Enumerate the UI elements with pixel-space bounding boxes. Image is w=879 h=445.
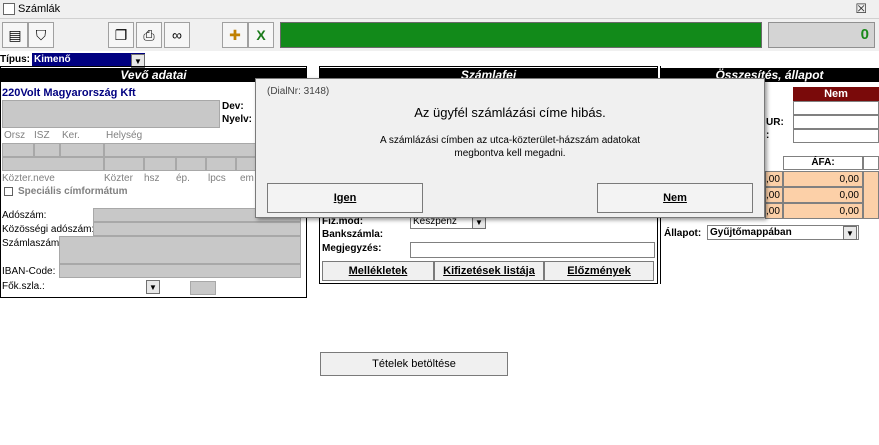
print-icon[interactable]: ⎙ — [136, 22, 162, 48]
szamlaszam-label: Számlaszám: — [2, 238, 63, 249]
street-col-kozter: Közter — [104, 173, 133, 184]
dialog-message-line2: megbontva kell megadni. — [454, 148, 566, 159]
excel-icon[interactable]: X — [248, 22, 274, 48]
eur-label: UR: — [766, 117, 784, 128]
lpcs-field[interactable] — [206, 157, 236, 171]
customer-extra-box[interactable] — [2, 100, 220, 128]
preview-icon[interactable]: ∞ — [164, 22, 190, 48]
addr-col-ker: Ker. — [62, 130, 80, 141]
iban-label: IBAN-Code: — [2, 266, 56, 277]
dialog-title: (DialNr: 3148) — [267, 86, 330, 97]
kozossegi-label: Közösségi adószám: — [2, 224, 95, 235]
summary-field-3[interactable] — [793, 129, 879, 143]
em-field[interactable] — [236, 157, 256, 171]
mellekletek-button[interactable]: Mellékletek — [322, 261, 434, 281]
afa-cell-2: 0,00 — [783, 187, 863, 203]
window-icon — [3, 3, 15, 15]
helyseg-field[interactable] — [104, 143, 256, 157]
error-dialog: (DialNr: 3148) Az ügyfél számlázási címe… — [255, 78, 765, 218]
adoszam-label: Adószám: — [2, 210, 47, 221]
megjegyzes-input[interactable] — [410, 242, 655, 258]
hsz-field[interactable] — [144, 157, 176, 171]
net-cell-1: ,00 — [765, 171, 783, 187]
close-icon[interactable]: ☒ — [855, 1, 867, 17]
isz-field[interactable] — [34, 143, 60, 157]
orsz-field[interactable] — [2, 143, 34, 157]
afa-header-spare — [863, 156, 879, 170]
special-format-label: Speciális címformátum — [18, 186, 128, 197]
allapot-label: Állapot: — [664, 228, 702, 239]
fok-chevron-down-icon[interactable]: ▼ — [146, 280, 160, 294]
add-icon[interactable]: ✚ — [222, 22, 248, 48]
street-col-hsz: hsz — [144, 173, 160, 184]
nyelv-label: Nyelv: — [222, 114, 253, 125]
afa-spare-column — [863, 171, 879, 219]
kozossegi-field[interactable] — [93, 222, 301, 236]
szamlaszam-field[interactable] — [59, 236, 301, 264]
fok-label: Fők.szla.: — [2, 281, 45, 292]
filter-icon[interactable]: ⛉ — [28, 22, 54, 48]
allapot-select[interactable]: Gyűjtőmappában — [707, 225, 859, 240]
dialog-message-line1: A számlázási címben az utca-közterület-h… — [379, 135, 641, 146]
dev-label: Dev: — [222, 101, 244, 112]
afa-header: ÁFA: — [783, 156, 863, 170]
allapot-chevron-down-icon[interactable]: ▼ — [843, 226, 857, 240]
kifizetesek-button[interactable]: Kifizetések listája — [434, 261, 544, 281]
tetelek-betoltese-button[interactable]: Tételek betöltése — [320, 352, 508, 376]
dialog-heading: Az ügyfél számlázási címe hibás. — [414, 105, 606, 120]
afa-cell-3: 0,00 — [783, 203, 863, 219]
customer-name[interactable]: 220Volt Magyarország Kft — [2, 87, 260, 100]
no-button[interactable]: Nem — [597, 183, 753, 213]
yes-button[interactable]: Igen — [267, 183, 423, 213]
summary-field-1[interactable] — [793, 101, 879, 115]
record-counter: 0 — [768, 22, 875, 48]
megjegyzes-label: Megjegyzés: — [322, 243, 382, 254]
addr-col-isz: ISZ — [34, 130, 50, 141]
ep-field[interactable] — [176, 157, 206, 171]
ker-field[interactable] — [60, 143, 104, 157]
street-col-lpcs: lpcs — [208, 173, 226, 184]
fok-field[interactable] — [190, 281, 216, 295]
view-icon[interactable]: ▤ — [2, 22, 28, 48]
street-col-kozterneve: Közter.neve — [2, 173, 55, 184]
kozter-neve-field[interactable] — [2, 157, 104, 171]
addr-col-orsz: Orsz — [4, 130, 26, 141]
addr-col-helyseg: Helység — [106, 130, 143, 141]
copy-icon[interactable]: ❐ — [108, 22, 134, 48]
afa-cell-1: 0,00 — [783, 171, 863, 187]
street-col-ep: ép. — [176, 173, 190, 184]
title-bar: Számlák ☒ — [0, 0, 879, 19]
tipus-select[interactable]: Kimenő — [32, 53, 145, 67]
street-col-em: em — [240, 173, 254, 184]
summary-field-2[interactable] — [793, 115, 879, 129]
iban-field[interactable] — [59, 264, 301, 278]
net-cell-2: ,00 — [765, 187, 783, 203]
colon-mark: : — [766, 130, 770, 141]
tipus-label: Típus: — [0, 54, 30, 65]
elozmenyek-button[interactable]: Előzmények — [544, 261, 654, 281]
progress-bar — [280, 22, 762, 48]
special-format-checkbox[interactable] — [4, 187, 13, 196]
bankszamla-label: Bankszámla: — [322, 229, 384, 240]
status-nem-badge: Nem — [793, 87, 879, 101]
window-title: Számlák — [18, 3, 61, 15]
kozter-field[interactable] — [104, 157, 144, 171]
net-cell-3: ,00 — [765, 203, 783, 219]
